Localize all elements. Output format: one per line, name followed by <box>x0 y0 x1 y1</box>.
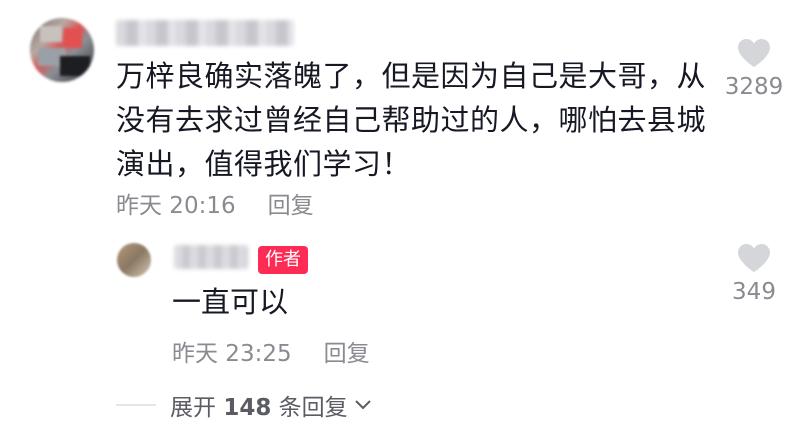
reply-like-button[interactable]: 349 <box>709 243 799 305</box>
chevron-down-icon <box>354 400 371 410</box>
commenter-username[interactable] <box>116 20 294 46</box>
author-avatar[interactable] <box>117 243 151 277</box>
comment-text: 万梓良确实落魄了，但是因为自己是大哥，从没有去求过曾经自己帮助过的人，哪怕去县城… <box>116 59 707 181</box>
expand-replies-button[interactable]: 展开 148 条回复 <box>116 388 372 422</box>
like-count: 3289 <box>724 74 784 100</box>
divider <box>116 404 156 406</box>
heart-icon <box>738 39 770 67</box>
reply-meta: 昨天 23:25 回复 <box>172 334 370 368</box>
commenter-avatar[interactable] <box>30 18 94 82</box>
author-username[interactable] <box>174 245 248 269</box>
reply-reply-button[interactable]: 回复 <box>324 334 370 368</box>
heart-icon <box>738 244 770 272</box>
like-count: 349 <box>732 279 776 305</box>
comment-like-button[interactable]: 3289 <box>709 38 799 100</box>
comment-meta: 昨天 20:16 回复 <box>116 186 314 220</box>
author-badge: 作者 <box>258 246 308 274</box>
comment-timestamp: 昨天 20:16 <box>116 193 236 219</box>
expand-label: 展开 148 条回复 <box>170 395 348 421</box>
reply-text: 一直可以 <box>172 285 289 319</box>
reply-timestamp: 昨天 23:25 <box>172 341 292 367</box>
reply-button[interactable]: 回复 <box>268 186 314 220</box>
